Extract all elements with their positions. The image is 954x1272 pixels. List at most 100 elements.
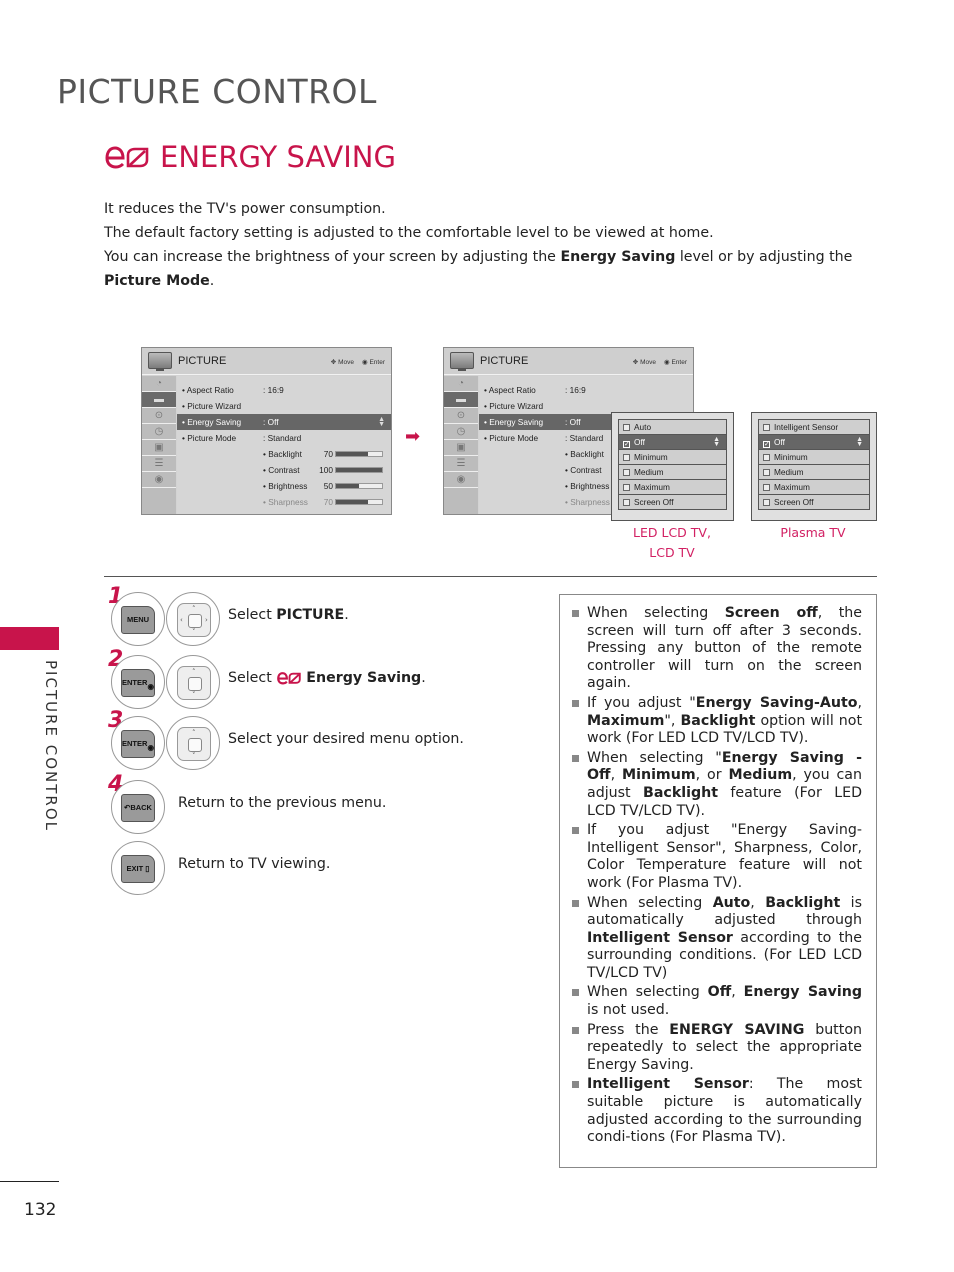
up-down-icon: ▲ ▼: [378, 416, 385, 428]
side-label: PICTURE CONTROL: [42, 660, 60, 833]
slider-row[interactable]: • Brightness 50: [177, 478, 391, 494]
popup-option[interactable]: Intelligent Sensor: [758, 419, 870, 435]
step-instruction: Select PICTURE.: [228, 607, 349, 623]
notes-box: When selecting Screen off, the screen wi…: [559, 594, 877, 1168]
popup-option[interactable]: Minimum: [618, 449, 727, 465]
popup-option[interactable]: Minimum: [758, 449, 870, 465]
slider-value: 50: [323, 481, 333, 491]
menu-header: PICTURE ✥ Move ◉ Enter: [444, 348, 693, 375]
bullet-icon: [572, 754, 579, 762]
note-item: When selecting Screen off, the screen wi…: [572, 605, 862, 693]
navigation-pad-circle: ˄ ˅ ‹ ›: [166, 592, 220, 646]
popup-option[interactable]: Screen Off: [618, 494, 727, 510]
note-item: When selecting "Energy Saving - Off, Min…: [572, 750, 862, 820]
picture-icon: ▬: [444, 392, 478, 408]
bullet-icon: [572, 1026, 579, 1034]
side-tab-marker: [0, 627, 59, 650]
popup-option-label: Screen Off: [634, 497, 674, 507]
popup-option-label: Auto: [634, 422, 652, 432]
slider-row[interactable]: • Backlight 70: [177, 446, 391, 462]
led-energy-saving-popup: Auto ✓ Off ▲ ▼ Minimum Medium Maximum Screen Off: [611, 412, 734, 521]
up-down-icon: ▲ ▼: [856, 436, 863, 448]
tv-icon: [450, 352, 474, 371]
energy-saving-icon: [104, 144, 150, 170]
menu-row-label: • Picture Wizard: [484, 401, 544, 411]
bullet-icon: [572, 989, 579, 997]
lock-icon: ▣: [444, 440, 478, 456]
tv-icon: [148, 352, 172, 371]
popup-option[interactable]: ✓ Off ▲ ▼: [618, 434, 727, 450]
enter-hint: ◉ Enter: [361, 359, 385, 366]
slider-bar[interactable]: [335, 451, 383, 457]
intro-line: The default factory setting is adjusted …: [104, 225, 714, 241]
intro-line: It reduces the TV's power consumption.: [104, 201, 386, 217]
popup-option-label: Maximum: [634, 482, 670, 492]
navigation-pad-circle: ˄ ˅: [166, 716, 220, 770]
checkbox-icon: [763, 499, 770, 506]
menu-row[interactable]: • Aspect Ratio: 16:9: [479, 382, 693, 398]
menu-button[interactable]: MENU: [121, 606, 155, 634]
menu-row[interactable]: • Aspect Ratio: 16:9: [177, 382, 391, 398]
menu-row[interactable]: • Picture Mode : Standard: [177, 430, 391, 446]
navigation-pad-icon[interactable]: ˄ ˅: [177, 727, 211, 761]
checkbox-icon: [623, 424, 630, 431]
note-item: Press the ENERGY SAVING button repeatedl…: [572, 1022, 862, 1075]
plasma-caption: Plasma TV: [780, 525, 846, 540]
slider-fill: [336, 452, 369, 456]
slider-label: • Contrast: [565, 465, 602, 475]
slider-bar[interactable]: [335, 499, 383, 505]
popup-option[interactable]: Maximum: [618, 479, 727, 495]
checkbox-icon: [623, 454, 630, 461]
menu-row-label: • Picture Mode: [182, 433, 237, 443]
option-icon: ☰: [142, 456, 176, 472]
popup-option[interactable]: Screen Off: [758, 494, 870, 510]
menu-header: PICTURE ✥ Move ◉ Enter: [142, 348, 391, 375]
slider-bar[interactable]: [335, 467, 383, 473]
slider-row[interactable]: • Contrast 100: [177, 462, 391, 478]
back-button[interactable]: ↶ BACK: [121, 794, 155, 822]
time-icon: ◷: [444, 424, 478, 440]
menu-title: PICTURE: [178, 355, 227, 367]
popup-option[interactable]: Medium: [618, 464, 727, 480]
enter-button[interactable]: ENTER ◉: [121, 730, 155, 758]
popup-option-label: Off: [774, 437, 785, 447]
slider-label: • Contrast: [263, 465, 300, 475]
slider-fill: [336, 484, 359, 488]
menu-help: ✥ Move ◉ Enter: [331, 358, 385, 366]
move-hint: ✥ Move: [632, 359, 656, 366]
menu-row[interactable]: • Picture Wizard: [177, 398, 391, 414]
enter-button-circle: ENTER ◉: [111, 655, 165, 709]
popup-option-label: Minimum: [774, 452, 808, 462]
bullet-icon: [572, 610, 579, 617]
picture-wizard-icon: ◔: [142, 376, 176, 392]
enter-button[interactable]: ENTER ◉: [121, 669, 155, 697]
popup-option[interactable]: ✓ Off ▲ ▼: [758, 434, 870, 450]
page-number: 132: [24, 1200, 57, 1220]
step-instruction: Return to the previous menu.: [178, 795, 387, 811]
checkbox-icon: [763, 469, 770, 476]
bullet-icon: [572, 899, 579, 907]
slider-bar[interactable]: [335, 483, 383, 489]
slider-row[interactable]: • Sharpness 70: [177, 494, 391, 510]
exit-button[interactable]: EXIT ▯: [121, 855, 155, 883]
popup-option[interactable]: Medium: [758, 464, 870, 480]
menu-row[interactable]: • Energy Saving: Off ▲ ▼: [177, 414, 391, 430]
popup-option-label: Maximum: [774, 482, 810, 492]
note-item: When selecting Auto, Backlight is automa…: [572, 895, 862, 983]
bullet-icon: [572, 699, 579, 707]
energy-saving-icon: [276, 671, 302, 689]
popup-option[interactable]: Maximum: [758, 479, 870, 495]
popup-option[interactable]: Auto: [618, 419, 727, 435]
slider-label: • Backlight: [263, 449, 302, 459]
menu-row-value: : Standard: [263, 433, 302, 443]
slider-label: • Backlight: [565, 449, 604, 459]
network-icon: ◉: [444, 472, 478, 488]
checkbox-icon: [623, 469, 630, 476]
navigation-pad-icon[interactable]: ˄ ˅ ‹ ›: [177, 603, 211, 637]
navigation-pad-icon[interactable]: ˄ ˅: [177, 666, 211, 700]
intro-text: It reduces the TV's power consumption. T…: [104, 197, 879, 293]
menu-button-circle: MENU: [111, 592, 165, 646]
menu-row-label: • Energy Saving: [182, 417, 242, 427]
note-item: If you adjust "Energy Saving-Auto, Maxim…: [572, 695, 862, 748]
menu-row-label: • Picture Mode: [484, 433, 539, 443]
